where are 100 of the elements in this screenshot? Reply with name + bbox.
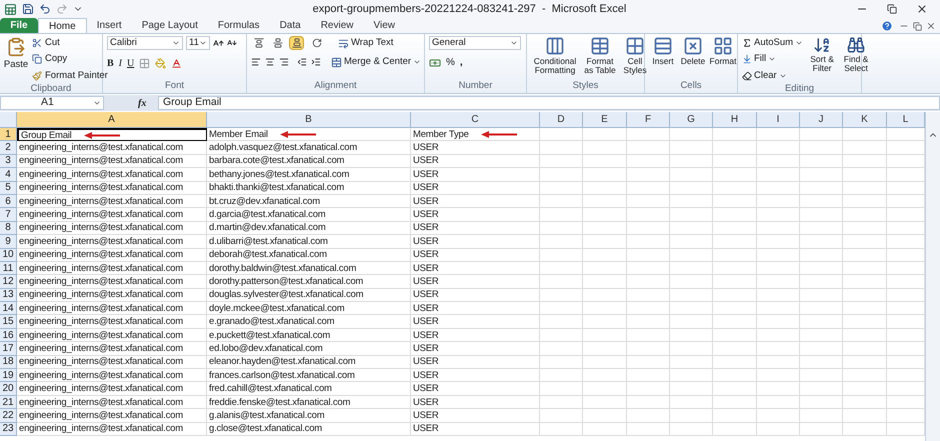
- ribbon-tab[interactable]: Review: [310, 18, 364, 33]
- row-header[interactable]: 8: [0, 222, 17, 236]
- row-header[interactable]: 14: [0, 302, 17, 316]
- ribbon-tab[interactable]: Home: [38, 18, 87, 33]
- vertical-scrollbar[interactable]: [925, 112, 940, 441]
- column-header[interactable]: C: [411, 112, 540, 128]
- autosum-button[interactable]: AutoSum: [742, 36, 804, 50]
- function-label[interactable]: fx: [138, 96, 154, 110]
- row-header[interactable]: 16: [0, 328, 17, 342]
- row-header[interactable]: 13: [0, 288, 17, 302]
- ribbon-tab[interactable]: Insert: [86, 18, 132, 33]
- row-header[interactable]: 2: [0, 141, 17, 155]
- row-header[interactable]: 17: [0, 342, 17, 356]
- italic-button[interactable]: I: [118, 56, 122, 71]
- ribbon-button[interactable]: Format as Table: [581, 36, 619, 75]
- empty-cell: [713, 302, 757, 316]
- row-header[interactable]: 4: [0, 168, 17, 182]
- restore-icon[interactable]: [887, 4, 897, 14]
- column-header[interactable]: E: [583, 112, 627, 128]
- column-header[interactable]: K: [843, 112, 887, 128]
- column-header[interactable]: G: [670, 112, 713, 128]
- empty-cell: [670, 141, 713, 155]
- font-size-field[interactable]: 11: [186, 36, 210, 50]
- border-icon[interactable]: [139, 58, 150, 69]
- close-workbook-icon[interactable]: [926, 21, 936, 31]
- ribbon-button[interactable]: Conditional Formatting: [531, 36, 579, 75]
- vertical-align-button[interactable]: [289, 36, 304, 50]
- row-header[interactable]: 20: [0, 382, 17, 396]
- row-header[interactable]: 1: [0, 128, 17, 142]
- column-header[interactable]: F: [627, 112, 670, 128]
- row-header[interactable]: 11: [0, 262, 17, 276]
- ribbon-tab[interactable]: Page Layout: [132, 18, 208, 33]
- format-painter-button[interactable]: Format Painter: [32, 68, 108, 83]
- align-right-icon[interactable]: [279, 57, 289, 68]
- file-tab[interactable]: File: [0, 18, 38, 33]
- column-header[interactable]: I: [757, 112, 800, 128]
- empty-cell: [670, 315, 713, 329]
- wrap-text-button[interactable]: Wrap Text: [338, 36, 394, 50]
- ribbon-button[interactable]: Delete: [679, 36, 707, 66]
- empty-cell: [757, 369, 800, 382]
- fill-color-icon[interactable]: [155, 58, 166, 69]
- currency-icon[interactable]: [429, 56, 441, 68]
- row-header[interactable]: 23: [0, 422, 17, 436]
- row-header[interactable]: 7: [0, 208, 17, 222]
- formula-field[interactable]: Group Email: [158, 96, 940, 110]
- undo-icon[interactable]: [39, 3, 51, 15]
- ribbon-button[interactable]: Cell Styles: [621, 36, 649, 75]
- name-box[interactable]: A1: [0, 96, 104, 110]
- ribbon-button[interactable]: Find & Select: [841, 36, 872, 83]
- shrink-font-icon[interactable]: [227, 38, 237, 48]
- binoculars-icon: [847, 36, 866, 54]
- row-header[interactable]: 21: [0, 396, 17, 410]
- restore-workbook-icon[interactable]: [913, 22, 922, 31]
- column-header[interactable]: H: [713, 112, 757, 128]
- row-header[interactable]: 3: [0, 154, 17, 168]
- align-center-icon[interactable]: [265, 57, 275, 68]
- table-cell: engineering_interns@test.xfanatical.com: [19, 209, 183, 220]
- orientation-icon[interactable]: [312, 38, 322, 48]
- merge-center-button[interactable]: Merge & Center: [331, 55, 422, 70]
- row-header[interactable]: 22: [0, 409, 17, 423]
- ribbon-tab[interactable]: Data: [270, 18, 311, 33]
- row-header[interactable]: 19: [0, 369, 17, 382]
- percent-button[interactable]: %: [446, 55, 455, 70]
- close-icon[interactable]: [916, 3, 928, 15]
- ribbon-tab[interactable]: Formulas: [208, 18, 270, 33]
- empty-cell: [757, 154, 800, 168]
- row-header[interactable]: 15: [0, 315, 17, 329]
- align-left-icon[interactable]: [251, 57, 261, 68]
- bold-button[interactable]: B: [107, 56, 114, 71]
- ribbon-button[interactable]: Insert: [649, 36, 677, 66]
- ribbon-tab[interactable]: View: [363, 18, 405, 33]
- row-header[interactable]: 6: [0, 194, 17, 208]
- comma-button[interactable]: ,: [460, 55, 463, 70]
- row-header[interactable]: 9: [0, 235, 17, 249]
- clear-button[interactable]: Clear: [742, 68, 804, 83]
- decrease-indent-icon[interactable]: [297, 57, 307, 68]
- increase-indent-icon[interactable]: [311, 57, 321, 68]
- font-color-icon[interactable]: [171, 58, 182, 69]
- copy-button[interactable]: Copy: [32, 52, 108, 66]
- font-name-field[interactable]: Calibri: [107, 36, 183, 50]
- ribbon-button[interactable]: Format: [709, 36, 737, 66]
- column-header[interactable]: A: [17, 112, 207, 128]
- column-header[interactable]: B: [207, 112, 411, 128]
- help-icon[interactable]: [881, 20, 893, 32]
- column-header[interactable]: L: [887, 112, 925, 128]
- row-header[interactable]: 5: [0, 182, 17, 195]
- paste-button[interactable]: Paste: [4, 36, 28, 83]
- empty-cell: [627, 141, 670, 155]
- number-format-field[interactable]: General: [429, 36, 521, 50]
- grow-font-icon[interactable]: [213, 38, 224, 48]
- save-icon[interactable]: [22, 3, 34, 15]
- fill-button[interactable]: Fill: [742, 52, 804, 66]
- row-header[interactable]: 12: [0, 275, 17, 289]
- underline-button[interactable]: U: [127, 56, 134, 71]
- cut-button[interactable]: Cut: [32, 36, 108, 50]
- column-header[interactable]: D: [540, 112, 583, 128]
- row-header[interactable]: 18: [0, 356, 17, 370]
- column-header[interactable]: J: [800, 112, 843, 128]
- row-header[interactable]: 10: [0, 248, 17, 262]
- ribbon-button[interactable]: Sort & Filter: [807, 36, 838, 83]
